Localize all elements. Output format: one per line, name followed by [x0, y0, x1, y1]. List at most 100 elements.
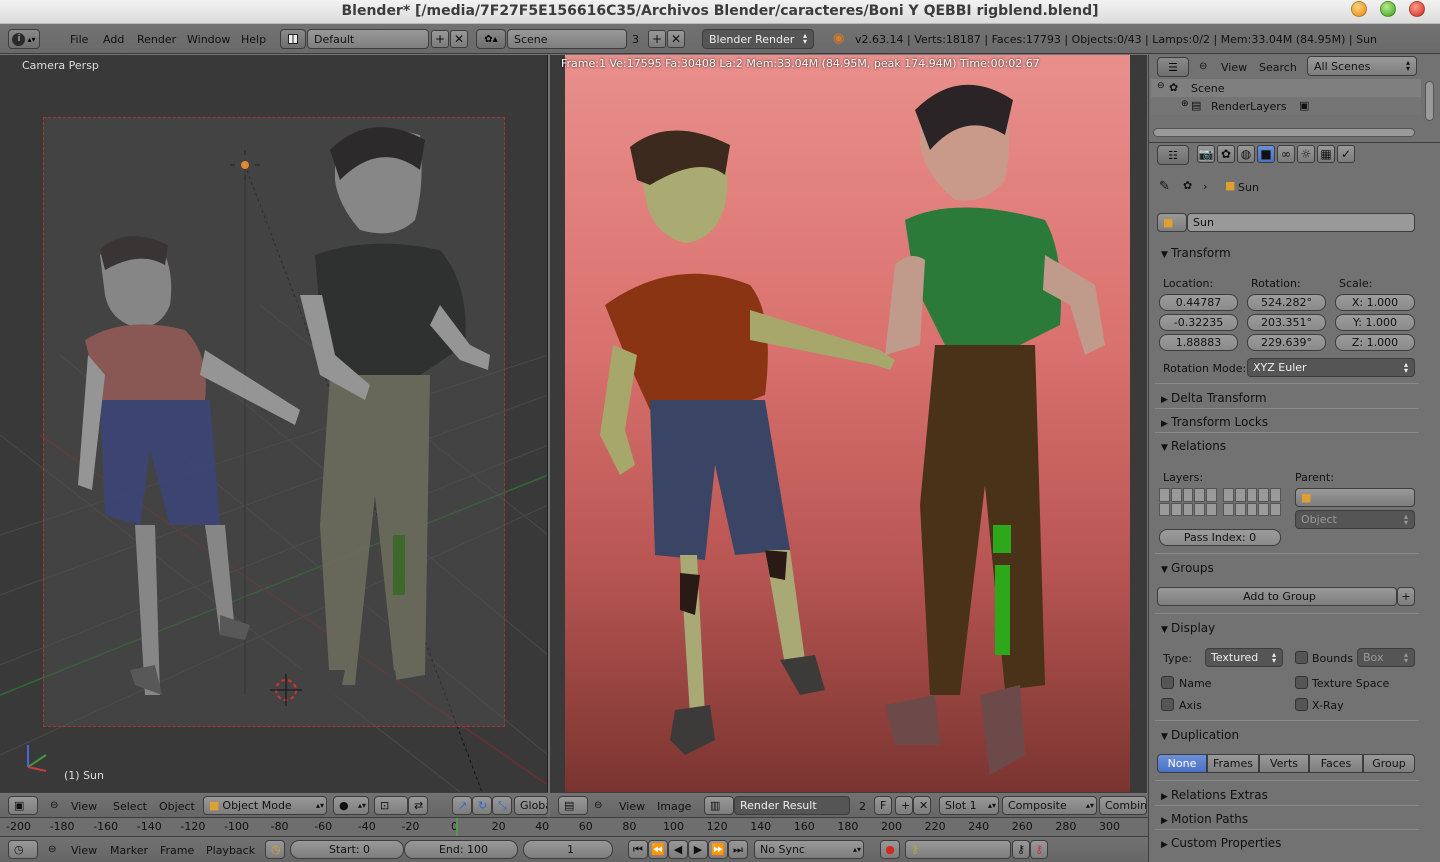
scene-field[interactable]: Scene [507, 29, 627, 49]
bounds-type-select[interactable]: Box [1357, 648, 1415, 667]
new-image-button[interactable]: + [895, 796, 913, 815]
menu-view[interactable]: View [619, 800, 645, 813]
menu-view[interactable]: View [71, 844, 97, 857]
delta-transform-panel-header[interactable]: ▶ Delta Transform [1161, 391, 1267, 405]
current-frame-field[interactable]: 1 [523, 840, 613, 859]
collapse-menu-icon[interactable]: ⊖ [1199, 61, 1207, 72]
start-frame-field[interactable]: Start: 0 [290, 840, 404, 859]
jump-start-button[interactable]: ⏮ [628, 840, 648, 859]
layers-grid-left[interactable] [1159, 488, 1217, 516]
menu-help[interactable]: Help [241, 33, 266, 46]
world-tab-icon[interactable]: ◍ [1237, 145, 1255, 163]
editor-type-info-button[interactable]: i ▴▾ [8, 29, 40, 49]
editor-type-outliner-button[interactable]: ☰ [1157, 57, 1189, 77]
duplication-panel-header[interactable]: ▼ Duplication [1161, 728, 1239, 742]
scene-icon[interactable]: ✿▴ [476, 29, 506, 49]
collapse-menu-icon[interactable]: ⊖ [48, 844, 56, 855]
play-button[interactable]: ▶ [688, 840, 708, 859]
sync-mode-select[interactable]: No Sync [754, 840, 864, 859]
scene-tab-icon[interactable]: ✿ [1217, 145, 1235, 163]
editor-type-timeline-button[interactable]: ◷ [8, 840, 38, 859]
outliner-row-renderlayers[interactable]: ⊕ ▤ RenderLayers ▣ [1151, 97, 1421, 115]
unlink-image-button[interactable]: ✕ [913, 796, 931, 815]
menu-playback[interactable]: Playback [206, 844, 255, 857]
transform-panel-header[interactable]: ▼ Transform [1161, 246, 1231, 260]
browse-image-button[interactable]: ▥ [704, 796, 734, 815]
physics-tab-icon[interactable]: ✓ [1337, 145, 1355, 163]
object-tab-icon[interactable]: ■ [1257, 145, 1275, 163]
jump-keyframe-forward-button[interactable]: ⏩ [708, 840, 728, 859]
menu-image[interactable]: Image [657, 800, 691, 813]
rotation-mode-select[interactable]: XYZ Euler [1247, 358, 1415, 377]
location-y-field[interactable]: -0.32235 [1159, 314, 1238, 331]
rotation-x-field[interactable]: 524.282° [1247, 294, 1326, 311]
name-checkbox[interactable] [1161, 676, 1174, 689]
maximize-button[interactable] [1380, 1, 1396, 17]
add-scene-button[interactable]: + [648, 30, 666, 48]
rotate-manipulator-button[interactable]: ↻ [472, 796, 492, 815]
screen-layout-field[interactable]: Default [307, 29, 429, 49]
mode-select[interactable]: ■ Object Mode [203, 796, 327, 815]
timeline-ruler[interactable]: -200 -180 -160 -140 -120 -100 -80 -60 -40 -20 0 20 4… [0, 817, 1148, 836]
relations-panel-header[interactable]: ▼ Relations [1161, 439, 1226, 453]
custom-properties-panel-header[interactable]: ▶ Custom Properties [1161, 836, 1281, 850]
pass-index-field[interactable]: Pass Index: 0 [1159, 529, 1281, 546]
pivot-point-select[interactable]: ⊡ [374, 796, 408, 815]
play-reverse-button[interactable]: ◀ [668, 840, 688, 859]
delete-keyframe-button[interactable]: ⚷ [1030, 840, 1048, 859]
transform-orientation-select[interactable]: Global [514, 796, 548, 815]
display-panel-header[interactable]: ▼ Display [1161, 621, 1215, 635]
object-name-field[interactable]: Sun [1187, 213, 1415, 232]
keying-set-field[interactable]: ⚷ [905, 840, 1011, 859]
scale-x-field[interactable]: X: 1.000 [1335, 294, 1415, 311]
xray-checkbox[interactable] [1295, 698, 1308, 711]
object-browse-button[interactable]: ■ [1157, 213, 1187, 232]
render-layer-select[interactable]: Combine [1099, 796, 1147, 815]
pin-icon[interactable]: ✎ [1159, 179, 1170, 194]
fake-user-button[interactable]: F [874, 796, 892, 815]
menu-file[interactable]: File [70, 33, 88, 46]
menu-add[interactable]: Add [103, 33, 124, 46]
location-x-field[interactable]: 0.44787 [1159, 294, 1238, 311]
menu-render[interactable]: Render [137, 33, 176, 46]
minimize-button[interactable] [1351, 1, 1367, 17]
add-layout-button[interactable]: + [431, 30, 449, 48]
rotation-z-field[interactable]: 229.639° [1247, 334, 1326, 351]
groups-panel-header[interactable]: ▼ Groups [1161, 561, 1214, 575]
collapse-menu-icon[interactable]: ⊖ [594, 800, 602, 811]
texture-tab-icon[interactable]: ▦ [1317, 145, 1335, 163]
menu-frame[interactable]: Frame [160, 844, 194, 857]
close-window-button[interactable] [1409, 1, 1425, 17]
dup-frames-button[interactable]: Frames [1207, 754, 1259, 773]
screen-layout-icon[interactable] [280, 29, 306, 49]
collapse-menu-icon[interactable]: ⊖ [50, 800, 58, 811]
delete-layout-button[interactable]: ✕ [450, 30, 468, 48]
add-to-group-button[interactable]: Add to Group [1157, 587, 1397, 606]
scale-y-field[interactable]: Y: 1.000 [1335, 314, 1415, 331]
parent-type-select[interactable]: Object [1295, 510, 1415, 529]
editor-type-properties-button[interactable]: ☷ [1157, 145, 1189, 165]
render-engine-select[interactable]: Blender Render [702, 29, 814, 49]
current-frame-marker[interactable] [456, 818, 458, 836]
menu-view[interactable]: View [1221, 61, 1247, 74]
dup-verts-button[interactable]: Verts [1259, 754, 1309, 773]
render-pass-select[interactable]: Composite [1002, 796, 1097, 815]
transform-locks-panel-header[interactable]: ▶ Transform Locks [1161, 415, 1268, 429]
texture-space-checkbox[interactable] [1295, 676, 1308, 689]
menu-view[interactable]: View [71, 800, 97, 813]
constraints-tab-icon[interactable]: ∞ [1277, 145, 1295, 163]
display-type-select[interactable]: Textured [1205, 648, 1283, 667]
parent-field[interactable]: ■ [1295, 488, 1415, 507]
rotation-y-field[interactable]: 203.351° [1247, 314, 1326, 331]
viewport-shading-select[interactable]: ● [333, 796, 369, 815]
lamp-data-tab-icon[interactable]: ☼ [1297, 145, 1315, 163]
render-slot-select[interactable]: Slot 1 [939, 796, 999, 815]
image-editor-view[interactable]: Frame:1 Ve:17595 Fa:30408 La:2 Mem:33.04… [550, 55, 1147, 792]
auto-keyframe-button[interactable]: ● [880, 840, 900, 859]
scale-manipulator-button[interactable]: ⤡ [492, 796, 512, 815]
3d-viewport[interactable]: Camera Persp (1) Sun [0, 55, 548, 792]
expand-toggle-icon[interactable]: ⊕ [1181, 99, 1189, 109]
insert-keyframe-button[interactable]: ⚷ [1012, 840, 1030, 859]
image-name-field[interactable]: Render Result [734, 796, 850, 815]
axis-checkbox[interactable] [1161, 698, 1174, 711]
